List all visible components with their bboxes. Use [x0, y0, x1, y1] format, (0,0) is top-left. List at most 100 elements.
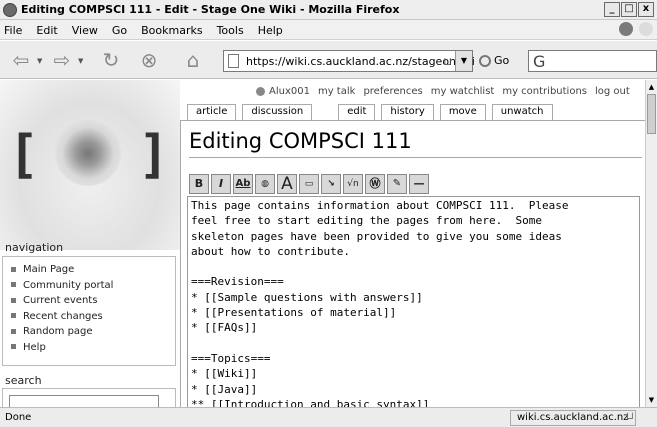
navigation-portlet: Main Page Community portal Current event…: [2, 256, 176, 366]
firefox-icon: [3, 3, 17, 17]
security-lock-icon[interactable]: ⊔: [626, 411, 634, 422]
headline-button[interactable]: A: [277, 174, 297, 194]
user-name: Alux001: [269, 86, 310, 97]
search-bar[interactable]: G: [528, 50, 657, 72]
bullet-icon: [11, 282, 16, 287]
menu-edit[interactable]: Edit: [36, 24, 57, 37]
go-icon: [479, 54, 491, 67]
go-button[interactable]: Go: [479, 54, 509, 67]
activity-indicator-icon: [619, 22, 633, 36]
menu-bookmarks[interactable]: Bookmarks: [141, 24, 202, 37]
stop-icon[interactable]: ⊗: [136, 47, 162, 73]
status-host: wiki.cs.auckland.ac.nz: [510, 410, 636, 426]
back-dropdown-icon[interactable]: ▼: [37, 57, 42, 65]
tab-history[interactable]: history: [381, 104, 434, 120]
link-log-out[interactable]: log out: [595, 86, 630, 97]
menu-go[interactable]: Go: [112, 24, 127, 37]
sidebar-item-current-events[interactable]: Current events: [11, 293, 175, 309]
nowiki-icon: Ⓦ: [369, 177, 381, 190]
media-icon: ↘: [327, 179, 335, 189]
image-button[interactable]: ▭: [299, 174, 319, 194]
bold-button[interactable]: B: [189, 174, 209, 194]
sidebar-item-label: Recent changes: [23, 310, 103, 322]
link-preferences[interactable]: preferences: [363, 86, 422, 97]
forward-dropdown-icon[interactable]: ▼: [78, 57, 83, 65]
italic-button[interactable]: I: [211, 174, 231, 194]
horizontal-line-button[interactable]: —: [409, 174, 429, 194]
link-my-watchlist[interactable]: my watchlist: [431, 86, 495, 97]
external-link-button[interactable]: ◍: [255, 174, 275, 194]
sidebar-item-label: Current events: [23, 295, 98, 306]
logo-flower-icon: [55, 120, 121, 186]
search-heading: search: [5, 374, 42, 387]
edit-textarea[interactable]: This page contains information about COM…: [187, 196, 640, 407]
activity-indicator-dim-icon: [639, 22, 653, 36]
maximize-button[interactable]: □: [621, 2, 637, 17]
bullet-icon: [11, 297, 16, 303]
signature-icon: ✎: [392, 178, 402, 189]
edit-textarea-content: This page contains information about COM…: [191, 199, 569, 407]
address-dropdown-icon[interactable]: ▼: [455, 51, 472, 71]
google-icon: G: [533, 52, 546, 71]
menu-tools[interactable]: Tools: [217, 24, 244, 37]
logo-bracket-left-icon: [: [8, 125, 40, 185]
address-text: https://wiki.cs.auckland.ac.nz/stageonew…: [246, 55, 475, 68]
window-title: Editing COMPSCI 111 - Edit - Stage One W…: [21, 3, 400, 16]
tab-move[interactable]: move: [439, 104, 486, 120]
tab-unwatch[interactable]: unwatch: [491, 104, 553, 120]
minimize-button[interactable]: _: [604, 2, 620, 17]
menu-file[interactable]: File: [4, 24, 22, 37]
media-button[interactable]: ↘: [321, 174, 341, 194]
globe-icon: ◍: [261, 179, 269, 189]
forward-arrow-icon[interactable]: ⇨: [49, 47, 75, 73]
internal-link-button[interactable]: Ab: [233, 174, 253, 194]
sidebar-item-label: Random page: [23, 326, 93, 337]
vertical-scrollbar[interactable]: ▲ ▼: [645, 80, 657, 407]
link-my-talk[interactable]: my talk: [318, 86, 355, 97]
wiki-search-input[interactable]: [9, 395, 159, 407]
scroll-down-icon[interactable]: ▼: [646, 394, 657, 406]
math-button[interactable]: √n: [343, 174, 363, 194]
page-icon: [228, 54, 239, 68]
sidebar-item-community-portal[interactable]: Community portal: [11, 278, 175, 294]
page-viewport: [ ] navigation Main Page Community porta…: [0, 80, 645, 407]
menu-help[interactable]: Help: [258, 24, 283, 37]
sidebar-item-label: Main Page: [23, 264, 75, 275]
nowiki-button[interactable]: Ⓦ: [365, 174, 385, 194]
menu-bar: File Edit View Go Bookmarks Tools Help: [0, 20, 657, 40]
scrollbar-thumb[interactable]: [647, 94, 656, 134]
user-link[interactable]: Alux001: [256, 86, 310, 97]
sidebar-item-main-page[interactable]: Main Page: [11, 262, 175, 278]
navigation-toolbar: ⇦ ▼ ⇨ ▼ ↻ ⊗ ⌂ https://wiki.cs.auckland.a…: [0, 41, 657, 79]
lock-icon: ⊔: [443, 55, 452, 68]
status-text: Done: [5, 412, 32, 423]
page-tabs: article discussion edit history move unw…: [187, 104, 553, 120]
sidebar-item-label: Community portal: [23, 279, 114, 291]
sidebar-item-help[interactable]: Help: [11, 340, 175, 356]
signature-button[interactable]: ✎: [387, 174, 407, 194]
sidebar-item-random-page[interactable]: Random page: [11, 324, 175, 340]
edit-toolbar: B I Ab ◍ A ▭ ↘ √n Ⓦ ✎ —: [189, 174, 429, 194]
status-bar: Done wiki.cs.auckland.ac.nz ⊔: [0, 407, 657, 427]
sidebar-item-recent-changes[interactable]: Recent changes: [11, 309, 175, 325]
title-bar: Editing COMPSCI 111 - Edit - Stage One W…: [0, 0, 657, 20]
reload-icon[interactable]: ↻: [98, 47, 124, 73]
wiki-logo[interactable]: [ ]: [0, 80, 180, 250]
search-portlet: [2, 388, 176, 407]
link-my-contributions[interactable]: my contributions: [502, 86, 587, 97]
title-divider: [189, 157, 642, 158]
menu-view[interactable]: View: [72, 24, 98, 37]
sidebar-item-label: Help: [23, 341, 46, 353]
scroll-up-icon[interactable]: ▲: [646, 81, 657, 93]
tab-edit[interactable]: edit: [338, 104, 376, 120]
tab-discussion[interactable]: discussion: [242, 104, 313, 120]
back-arrow-icon[interactable]: ⇦: [8, 47, 34, 73]
address-bar[interactable]: https://wiki.cs.auckland.ac.nz/stageonew…: [223, 50, 475, 72]
throbber: [619, 22, 653, 36]
home-icon[interactable]: ⌂: [180, 47, 206, 73]
navigation-heading: navigation: [5, 241, 64, 254]
close-button[interactable]: x: [638, 2, 654, 17]
tab-article[interactable]: article: [187, 104, 237, 120]
personal-tools: Alux001 my talk preferences my watchlist…: [256, 86, 630, 97]
logo-bracket-right-icon: ]: [138, 125, 170, 185]
